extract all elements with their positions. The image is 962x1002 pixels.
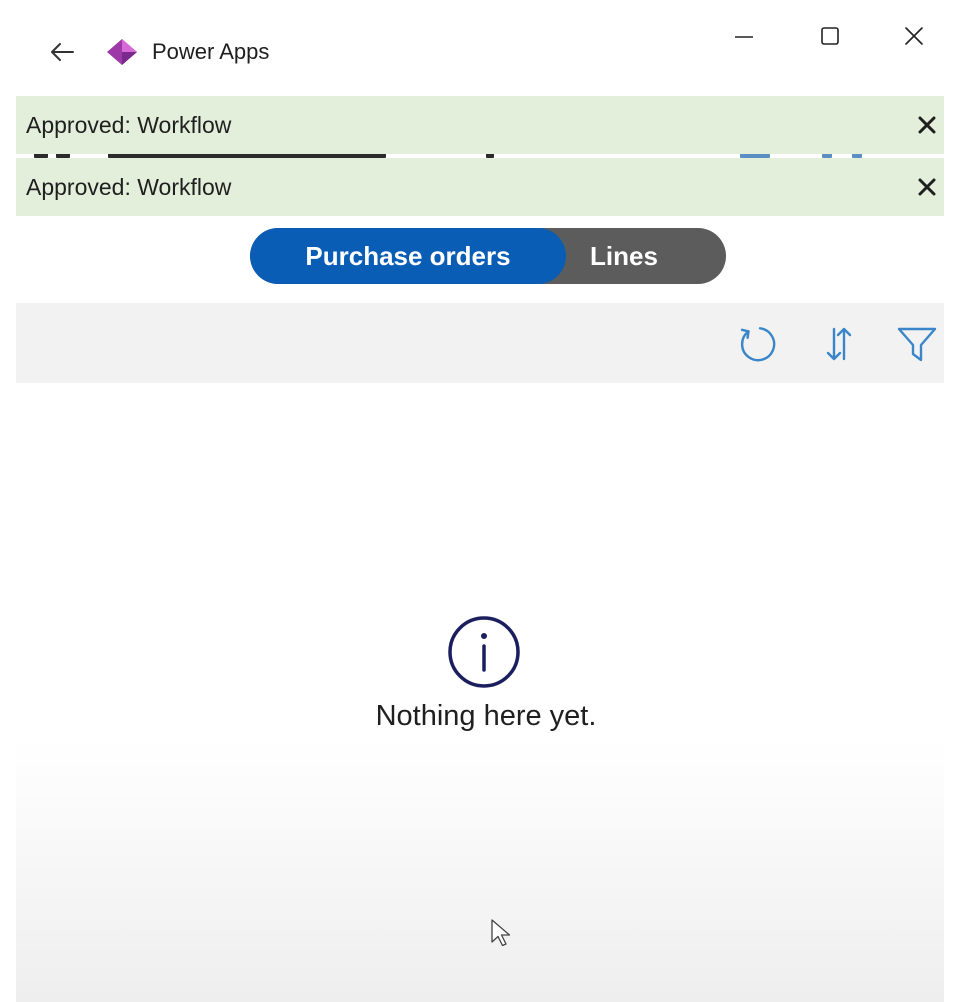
close-window-button[interactable] bbox=[892, 18, 936, 54]
close-icon bbox=[918, 116, 936, 134]
app-window: Power Apps Approved: Workflow Approved: … bbox=[16, 0, 944, 1002]
filter-button[interactable] bbox=[894, 321, 940, 367]
tab-lines[interactable]: Lines bbox=[566, 228, 682, 284]
notification-message: Approved: Workflow bbox=[26, 173, 232, 200]
info-icon bbox=[448, 616, 520, 688]
minimize-icon bbox=[735, 36, 753, 38]
notification-banner: Approved: Workflow bbox=[16, 158, 944, 216]
arrow-left-icon bbox=[51, 43, 74, 61]
sort-icon bbox=[826, 327, 852, 361]
view-toggle: Purchase orders Lines bbox=[250, 228, 726, 284]
refresh-button[interactable] bbox=[734, 321, 780, 367]
maximize-button[interactable] bbox=[808, 18, 852, 54]
tab-purchase-orders[interactable]: Purchase orders bbox=[250, 228, 566, 284]
minimize-button[interactable] bbox=[722, 18, 766, 54]
filter-icon bbox=[897, 327, 937, 362]
mouse-pointer-icon bbox=[491, 919, 511, 947]
sort-button[interactable] bbox=[816, 321, 862, 367]
close-icon bbox=[918, 178, 936, 196]
close-icon bbox=[905, 27, 923, 45]
app-title: Power Apps bbox=[152, 39, 270, 64]
dismiss-notification-button[interactable] bbox=[912, 110, 942, 140]
back-button[interactable] bbox=[46, 36, 78, 68]
refresh-icon bbox=[740, 327, 776, 362]
maximize-icon bbox=[821, 27, 839, 45]
empty-state-message: Nothing here yet. bbox=[375, 700, 597, 732]
notification-message: Approved: Workflow bbox=[26, 111, 232, 138]
notification-banner: Approved: Workflow bbox=[16, 96, 944, 154]
title-bar: Power Apps bbox=[16, 0, 944, 96]
dismiss-notification-button[interactable] bbox=[912, 172, 942, 202]
list-toolbar bbox=[16, 303, 944, 383]
power-apps-logo bbox=[107, 39, 137, 65]
